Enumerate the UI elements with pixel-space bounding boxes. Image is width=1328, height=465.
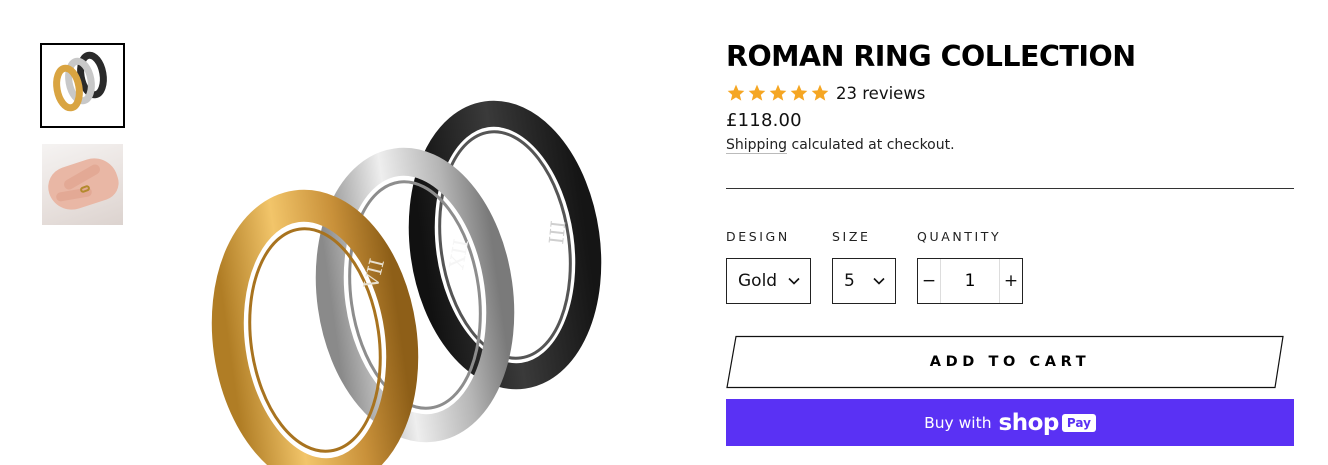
quantity-option: QUANTITY − 1 + <box>917 229 1023 304</box>
star-icon <box>748 84 766 101</box>
buy-with-label: Buy with <box>924 413 992 432</box>
gold-ring <box>211 189 419 465</box>
design-value: Gold <box>738 271 778 291</box>
divider <box>726 188 1294 189</box>
star-icon <box>811 84 829 101</box>
product-price: £118.00 <box>726 110 802 131</box>
product-title: ROMAN RING COLLECTION <box>726 40 1136 73</box>
shop-logo: shop <box>998 409 1060 436</box>
quantity-minus-button[interactable]: − <box>918 259 940 303</box>
product-options: DESIGN Gold SIZE 5 QUANTITY − 1 + <box>726 229 1294 304</box>
add-to-cart-label: ADD TO CART <box>929 354 1091 370</box>
rating-row[interactable]: 23 reviews <box>726 81 1294 105</box>
hand-image <box>42 152 123 216</box>
thumbnail-rings[interactable] <box>40 43 125 128</box>
size-option: SIZE 5 <box>832 229 896 304</box>
shipping-note: Shipping calculated at checkout. <box>726 137 1294 154</box>
chevron-down-icon <box>788 277 800 285</box>
shop-pay-button[interactable]: Buy with shop Pay <box>726 399 1294 446</box>
shipping-link[interactable]: Shipping <box>726 137 788 154</box>
star-icon <box>790 84 808 101</box>
thumbnail-hand-ring[interactable] <box>42 144 123 225</box>
quantity-plus-button[interactable]: + <box>1000 259 1022 303</box>
thumbnail-gallery <box>40 43 126 225</box>
main-product-image: VII XII III <box>205 95 625 465</box>
size-label: SIZE <box>832 229 871 244</box>
star-icon <box>769 84 787 101</box>
product-info: ROMAN RING COLLECTION 23 reviews £118.00… <box>726 40 1294 446</box>
rings-thumbnail-image <box>53 51 107 112</box>
star-icon <box>727 84 745 101</box>
star-rating <box>726 83 830 103</box>
rings-illustration: VII XII III <box>211 100 602 465</box>
chevron-down-icon <box>873 277 885 285</box>
design-option: DESIGN Gold <box>726 229 811 304</box>
svg-text:XII: XII <box>444 237 473 271</box>
quantity-input[interactable]: 1 <box>940 259 1000 303</box>
svg-text:III: III <box>544 219 570 245</box>
quantity-stepper: − 1 + <box>917 258 1023 304</box>
design-label: DESIGN <box>726 229 790 244</box>
design-select[interactable]: Gold <box>726 258 811 304</box>
size-value: 5 <box>844 271 855 291</box>
add-to-cart-button[interactable]: ADD TO CART <box>726 335 1294 389</box>
shipping-text: calculated at checkout. <box>787 137 955 153</box>
pay-badge: Pay <box>1061 413 1096 432</box>
quantity-label: QUANTITY <box>917 229 1002 244</box>
size-select[interactable]: 5 <box>832 258 896 304</box>
reviews-count[interactable]: 23 reviews <box>836 84 925 103</box>
